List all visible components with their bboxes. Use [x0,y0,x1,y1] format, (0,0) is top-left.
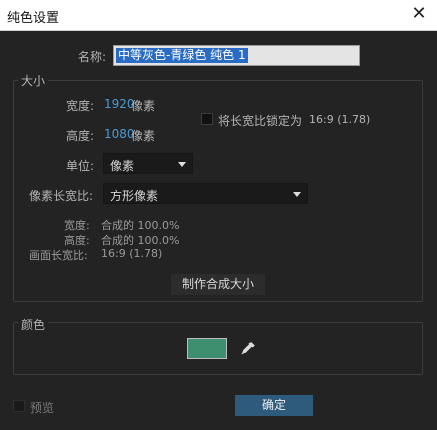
width-value[interactable]: 1920 [104,97,135,111]
color-group-legend: 颜色 [18,316,49,333]
chevron-down-icon [293,192,301,197]
eyedropper-icon[interactable] [238,339,258,359]
ok-button[interactable]: 确定 [235,395,313,416]
pixel-aspect-dropdown[interactable]: 方形像素 [103,183,308,204]
preview-checkbox[interactable] [13,400,25,412]
height-unit: 像素 [131,129,156,143]
make-comp-size-button[interactable]: 制作合成大小 [171,274,265,295]
preview-label: 预览 [30,401,55,415]
lock-aspect-ratio: 16:9 (1.78) [309,113,371,126]
info-width-label: 宽度: [64,219,90,232]
width-label: 宽度: [66,99,95,113]
info-frame-label: 画面长宽比: [29,249,88,262]
height-value[interactable]: 1080 [104,127,135,141]
unit-dropdown-value: 像素 [110,159,135,173]
height-label: 高度: [66,129,95,143]
name-input-value: 中等灰色-青绿色 纯色 1 [116,48,248,63]
lock-aspect-label: 将长宽比锁定为 [218,114,303,128]
window-title: 纯色设置 [7,11,60,26]
info-height-value: 合成的 100.0% [101,234,180,247]
unit-dropdown[interactable]: 像素 [103,153,193,174]
info-height-label: 高度: [64,234,90,247]
color-swatch[interactable] [187,338,227,359]
close-icon[interactable]: ✕ [409,4,429,24]
pixel-aspect-label: 像素长宽比: [29,189,94,203]
info-width-value: 合成的 100.0% [101,219,180,232]
pixel-aspect-dropdown-value: 方形像素 [110,189,159,203]
lock-aspect-checkbox[interactable] [201,113,213,125]
unit-label: 单位: [66,159,95,173]
name-input[interactable]: 中等灰色-青绿色 纯色 1 [113,45,360,66]
name-label: 名称: [78,50,107,64]
info-frame-value: 16:9 (1.78) [101,247,163,260]
chevron-down-icon [178,162,186,167]
size-group-legend: 大小 [18,72,49,89]
title-bar: 纯色设置 ✕ [0,0,437,31]
width-unit: 像素 [131,99,156,113]
